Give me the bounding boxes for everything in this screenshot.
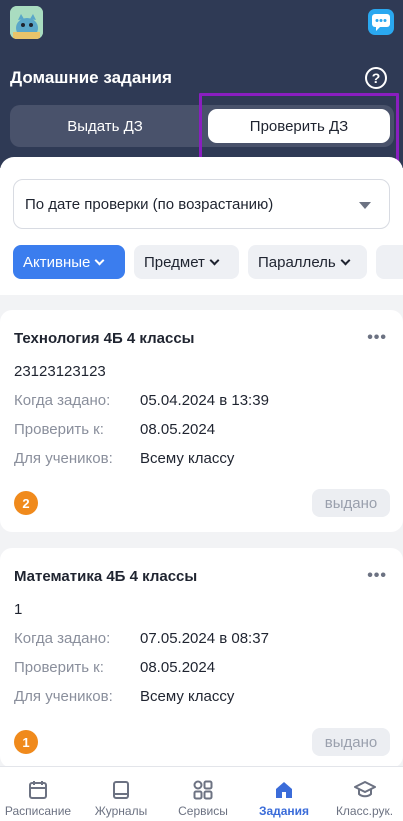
header: Домашние задания ? Выдать ДЗ Проверить Д… xyxy=(0,0,403,168)
assigned-label: Когда задано: xyxy=(14,630,111,647)
nav-item-class-teacher[interactable]: Класс.рук. xyxy=(326,767,403,821)
more-options-icon[interactable]: ••• xyxy=(367,567,387,585)
sort-select-value: По дате проверки (по возрастанию) xyxy=(25,195,274,213)
tab-give-homework[interactable]: Выдать ДЗ xyxy=(10,105,200,147)
sort-select[interactable]: По дате проверки (по возрастанию) xyxy=(13,179,390,229)
filter-chip-parallel[interactable]: Параллель xyxy=(248,245,367,279)
homework-card[interactable]: Технология 4Б 4 классы ••• 23123123123 К… xyxy=(0,310,403,532)
card-description: 23123123123 xyxy=(14,363,106,380)
nav-label: Класс.рук. xyxy=(335,804,394,818)
check-by-label: Проверить к: xyxy=(14,659,104,676)
nav-label: Задания xyxy=(258,804,310,818)
homework-card[interactable]: Математика 4Б 4 классы ••• 1 Когда задан… xyxy=(0,548,403,768)
status-button[interactable]: выдано xyxy=(312,489,390,517)
card-title: Технология 4Б 4 классы xyxy=(14,330,195,347)
chevron-down-icon xyxy=(340,255,351,265)
filter-chip-subject[interactable]: Предмет xyxy=(134,245,239,279)
count-badge: 2 xyxy=(14,491,38,515)
filter-chip-active[interactable]: Активные xyxy=(13,245,125,279)
more-options-icon[interactable]: ••• xyxy=(367,329,387,347)
nav-item-services[interactable]: Сервисы xyxy=(165,767,241,821)
grid-icon xyxy=(193,780,213,800)
check-by-value: 08.05.2024 xyxy=(140,659,216,676)
filter-chip-label: Активные xyxy=(23,253,91,271)
nav-label: Сервисы xyxy=(178,804,228,818)
chevron-down-icon xyxy=(94,255,105,265)
bottom-nav: Расписание Журналы Сервисы Задания Класс… xyxy=(0,766,403,821)
assigned-value: 05.04.2024 в 13:39 xyxy=(140,392,269,409)
assigned-label: Когда задано: xyxy=(14,392,111,409)
nav-item-journals[interactable]: Журналы xyxy=(83,767,159,821)
for-students-value: Всему классу xyxy=(140,450,235,467)
for-students-value: Всему классу xyxy=(140,688,235,705)
book-icon xyxy=(113,781,129,799)
card-title: Математика 4Б 4 классы xyxy=(14,568,198,585)
nav-item-schedule[interactable]: Расписание xyxy=(0,767,76,821)
nav-item-assignments[interactable]: Задания xyxy=(248,767,320,821)
check-by-value: 08.05.2024 xyxy=(140,421,216,438)
filter-panel: По дате проверки (по возрастанию) Активн… xyxy=(0,157,403,295)
status-button[interactable]: выдано xyxy=(312,728,390,756)
for-students-label: Для учеников: xyxy=(14,450,113,467)
nav-label: Журналы xyxy=(94,804,148,818)
filter-chip-more[interactable] xyxy=(376,245,403,279)
app-logo-icon[interactable] xyxy=(10,6,43,39)
chat-icon[interactable] xyxy=(368,9,394,35)
nav-label: Расписание xyxy=(4,804,72,818)
highlight-box xyxy=(199,93,399,164)
check-by-label: Проверить к: xyxy=(14,421,104,438)
page-title: Домашние задания xyxy=(10,68,172,87)
graduation-cap-icon xyxy=(353,781,376,798)
house-icon xyxy=(276,782,292,798)
calendar-icon xyxy=(29,781,47,799)
count-badge: 1 xyxy=(14,730,38,754)
chevron-down-icon xyxy=(209,255,220,265)
card-description: 1 xyxy=(14,601,23,618)
caret-down-icon xyxy=(359,202,371,209)
for-students-label: Для учеников: xyxy=(14,688,113,705)
filter-chip-label: Параллель xyxy=(258,253,336,271)
help-icon[interactable]: ? xyxy=(365,67,387,89)
assigned-value: 07.05.2024 в 08:37 xyxy=(140,630,269,647)
filter-chip-label: Предмет xyxy=(144,253,205,271)
